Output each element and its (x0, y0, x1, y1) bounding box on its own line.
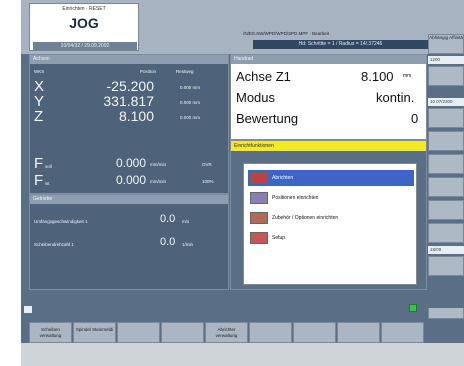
softkey-6[interactable] (249, 322, 292, 343)
axis-z-position: 8.100 (118, 108, 154, 124)
handwheel-panel: Handrad Achse Z1 8.100 mm Modus kontin. … (230, 54, 427, 140)
right-softkey-1[interactable]: Abhängig Affinitä (428, 34, 464, 54)
softkey-spindle[interactable]: Spindel Steinmeldi (73, 322, 116, 343)
gear-row-1-unit: m/s (182, 219, 190, 224)
feed-soll-label: F (34, 155, 44, 172)
softkey-4[interactable] (161, 322, 204, 343)
menu-item-setup-label: Setup (272, 235, 286, 241)
position-header: Position (140, 69, 157, 74)
position-panel-title: Achsen (30, 55, 228, 64)
status-line (21, 290, 464, 308)
feed-ist-sub: ist (45, 181, 50, 186)
right-softkey-7[interactable] (428, 200, 464, 220)
feed-soll-sub: soll (45, 164, 52, 169)
info-row-1-unit: mm (403, 73, 412, 79)
cnc-hmi-screenshot: Einrichten · RESET JOG 10/04/32 / 29.09.… (0, 0, 464, 366)
right-value-1: 1200 (428, 56, 464, 64)
menu-item-dressing-label: Abrichten (272, 175, 294, 181)
gear-row-2-label: Scheibendrehzahl 1 (34, 242, 74, 247)
softkey-dresser-management[interactable]: Abrichter verwaltung (205, 322, 248, 343)
feed-soll-ovr: OVR (202, 162, 212, 167)
setup-menu: Abrichten Positionen einrichten Zubehör … (243, 163, 417, 285)
softkey-7[interactable] (293, 322, 336, 343)
gear-row-1-value: 0.0 (160, 213, 176, 225)
feed-ist-unit: mm/min (150, 179, 166, 184)
program-status: Hd: Schrittte = 1 / Radius = 14/.37246 (253, 40, 428, 49)
info-row-2-label: Modus (236, 90, 276, 105)
feed-soll-unit: mm/min (150, 162, 166, 167)
softkey-8[interactable] (337, 322, 380, 343)
right-softkey-5[interactable] (428, 154, 464, 174)
softkey-wheel-management[interactable]: Scheiben verwaltung (29, 322, 72, 343)
softkey-3[interactable] (117, 322, 160, 343)
gear-row-2-unit: 1/min (182, 242, 194, 247)
info-row-1-label: Achse Z1 (236, 69, 291, 84)
right-softkey-2[interactable] (428, 66, 464, 86)
feed-ist-label: F (34, 172, 44, 189)
handwheel-panel-title: Handrad (231, 55, 426, 64)
recall-icon[interactable] (24, 306, 32, 313)
operating-mode: JOG (69, 15, 99, 31)
feed-ist-value: 0.000 (115, 173, 146, 187)
menu-item-positions[interactable]: Positionen einrichten (248, 190, 414, 206)
wks-header: WKS (34, 69, 45, 74)
accessories-icon (250, 212, 268, 224)
gear-row-2-value: 0.0 (160, 236, 176, 248)
hmi-screen: Einrichten · RESET JOG 10/04/32 / 29.09.… (21, 0, 464, 366)
axis-z-restweg: 0.000 mm (180, 115, 201, 120)
right-softkey-8[interactable] (428, 223, 464, 243)
header-bar: Einrichten · RESET JOG 10/04/32 / 29.09.… (21, 0, 464, 54)
status-ok-icon (409, 304, 417, 312)
axis-x-restweg: 0.000 mm (180, 85, 201, 90)
positions-icon (250, 192, 268, 204)
setup-icon (250, 232, 268, 244)
dressing-icon (250, 172, 268, 184)
restweg-header: Restweg (176, 69, 194, 74)
info-row-2-value: kontin. (376, 90, 415, 105)
menu-item-setup[interactable]: Setup (248, 230, 414, 246)
feed-ist-percent: 100% (202, 179, 214, 184)
right-softkey-4[interactable] (428, 131, 464, 151)
feed-soll-value: 0.000 (115, 156, 146, 170)
setup-functions-popup: Einrichtfunktionen Abrichten Positionen … (230, 140, 427, 290)
axis-y-restweg: 0.000 mm (180, 100, 201, 105)
right-softkey-6[interactable] (428, 177, 464, 197)
menu-item-accessories-label: Zubehör / Optionen einrichten (272, 215, 339, 221)
axis-x-position: -25.200 (106, 78, 154, 94)
gear-row-1-label: Umfangsgeschwindigkeit 1 (34, 219, 88, 224)
right-value-2: 10 07/2300 (428, 98, 464, 106)
axis-y-position: 331.817 (103, 93, 154, 109)
date-time: 10/04/32 / 29.09.2002 (33, 42, 137, 50)
right-softkey-9[interactable] (428, 256, 464, 276)
menu-item-positions-label: Positionen einrichten (272, 195, 319, 201)
menu-item-dressing[interactable]: Abrichten (248, 170, 414, 186)
footer-bar (21, 343, 464, 366)
program-path: /N/ES.SW/WPD/WPD/SPD.MPF · Bearbeit (243, 31, 329, 36)
menu-item-accessories[interactable]: Zubehör / Optionen einrichten (248, 210, 414, 226)
position-panel: Achsen WKS Position Restweg X -25.200 0.… (29, 54, 229, 194)
info-row-3-value: 0 (411, 111, 419, 126)
reset-status: Einrichten · RESET (62, 6, 106, 12)
popup-title: Einrichtfunktionen (231, 141, 426, 151)
right-softkey-3[interactable] (428, 108, 464, 128)
gear-panel: Getriebe Umfangsgeschwindigkeit 1 0.0 m/… (29, 194, 229, 290)
gear-panel-title: Getriebe (30, 195, 228, 204)
axis-z-label: Z (34, 108, 44, 125)
right-value-3: 18/00 (428, 246, 464, 254)
info-row-1-value: 8.100 (361, 69, 394, 84)
softkey-9[interactable] (381, 322, 424, 343)
mode-box: Einrichten · RESET JOG 10/04/32 / 29.09.… (29, 3, 139, 51)
info-row-3-label: Bewertung (236, 111, 299, 126)
